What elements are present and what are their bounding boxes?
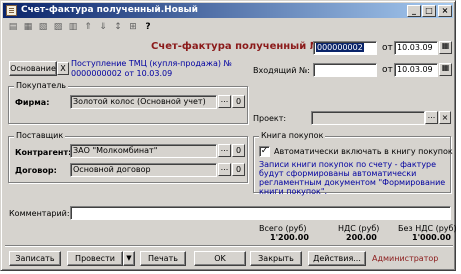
- date-from-label: от: [382, 43, 393, 53]
- firm-select-button[interactable]: ...: [218, 95, 231, 108]
- list-icon[interactable]: ▥: [67, 21, 79, 33]
- firm-label: Фирма:: [15, 98, 50, 107]
- auto-include-checkbox[interactable]: ✓: [259, 146, 270, 157]
- maximize-button[interactable]: □: [422, 5, 436, 17]
- no-vat-label: Без НДС (руб): [398, 224, 457, 233]
- contract-open-button[interactable]: 0: [232, 163, 245, 176]
- counterparty-open-button[interactable]: 0: [232, 144, 245, 157]
- contract-label: Договор:: [15, 166, 57, 175]
- down-icon[interactable]: ⇓: [97, 21, 109, 33]
- structure-icon[interactable]: ⊞: [127, 21, 139, 33]
- counterparty-label: Контрагент:: [15, 148, 72, 157]
- doc-number-value: 000000002: [316, 43, 364, 52]
- minimize-button[interactable]: _: [407, 5, 421, 17]
- vat-label: НДС (руб): [338, 224, 380, 233]
- basis-text-line2[interactable]: 0000000002 от 10.03.09: [71, 69, 172, 78]
- up-icon[interactable]: ⇑: [82, 21, 94, 33]
- total-label: Всего (руб): [259, 224, 307, 233]
- comment-field[interactable]: [70, 206, 451, 220]
- project-select-button[interactable]: ...: [425, 111, 438, 124]
- supplier-group-title: Поставщик: [14, 131, 66, 140]
- project-label: Проект:: [253, 114, 287, 123]
- edit-doc-icon[interactable]: ▧: [37, 21, 49, 33]
- footer-separator: [5, 245, 453, 247]
- delete-doc-icon[interactable]: ▨: [52, 21, 64, 33]
- window-title: Счет-фактура полученный.Новый: [21, 5, 198, 15]
- post-button[interactable]: Провести: [67, 251, 123, 266]
- project-clear-button[interactable]: ×: [439, 111, 451, 124]
- doc-date-field[interactable]: 10.03.09: [394, 41, 438, 55]
- firm-open-button[interactable]: 0: [232, 95, 245, 108]
- project-field[interactable]: [311, 111, 425, 125]
- counterparty-select-button[interactable]: ...: [218, 144, 231, 157]
- document-window: Счет-фактура полученный.Новый _ □ × ▤ ▦ …: [0, 0, 457, 271]
- incoming-number-label: Входящий №:: [253, 66, 310, 75]
- calendar-icon[interactable]: ▦: [439, 41, 452, 54]
- total-value: 1'200.00: [270, 233, 309, 242]
- incoming-calendar-icon[interactable]: ▦: [439, 63, 452, 76]
- ok-button[interactable]: OK: [194, 251, 246, 266]
- basis-button[interactable]: Основание: [9, 61, 57, 76]
- sort-icon[interactable]: ↕: [112, 21, 124, 33]
- doc-title: Счет-фактура полученный №: [151, 41, 322, 52]
- incoming-number-field[interactable]: [313, 63, 377, 77]
- copy-doc-icon[interactable]: ▦: [22, 21, 34, 33]
- vat-value: 200.00: [346, 233, 377, 242]
- basis-text-line1[interactable]: Поступление ТМЦ (купля-продажа) №: [71, 59, 232, 68]
- auto-include-label[interactable]: Автоматически включать в книгу покупок: [274, 147, 453, 156]
- toolbar: ▤ ▦ ▧ ▨ ▥ ⇑ ⇓ ↕ ⊞ ?: [5, 20, 205, 36]
- close-button[interactable]: ×: [438, 5, 452, 17]
- counterparty-field[interactable]: ЗАО "Молкомбинат": [70, 144, 217, 158]
- incoming-date-from-label: от: [382, 65, 393, 75]
- doc-number-field[interactable]: 000000002: [313, 41, 377, 55]
- actions-button[interactable]: Действия...: [308, 251, 366, 266]
- close-form-button[interactable]: Закрыть: [250, 251, 302, 266]
- incoming-date-field[interactable]: 10.03.09: [394, 63, 438, 77]
- contract-field[interactable]: Основной договор: [70, 163, 217, 177]
- basis-clear-button[interactable]: X: [57, 62, 69, 75]
- no-vat-value: 1'000.00: [412, 233, 451, 242]
- purchase-book-info: Записи книги покупок по счету - фактуре …: [259, 160, 446, 196]
- firm-field[interactable]: Золотой колос (Основной учет): [70, 95, 217, 109]
- buyer-group-title: Покупатель: [14, 81, 69, 90]
- title-bar[interactable]: Счет-фактура полученный.Новый _ □ ×: [3, 3, 453, 18]
- post-menu-button[interactable]: ▼: [123, 251, 135, 266]
- purchase-book-group-title: Книга покупок: [259, 131, 326, 140]
- user-label: Администратор: [372, 254, 439, 263]
- write-button[interactable]: Записать: [9, 251, 61, 266]
- document-icon: [6, 5, 17, 16]
- print-button[interactable]: Печать: [140, 251, 186, 266]
- contract-select-button[interactable]: ...: [218, 163, 231, 176]
- help-icon[interactable]: ?: [142, 21, 154, 33]
- new-doc-icon[interactable]: ▤: [7, 21, 19, 33]
- comment-label: Комментарий:: [9, 209, 70, 218]
